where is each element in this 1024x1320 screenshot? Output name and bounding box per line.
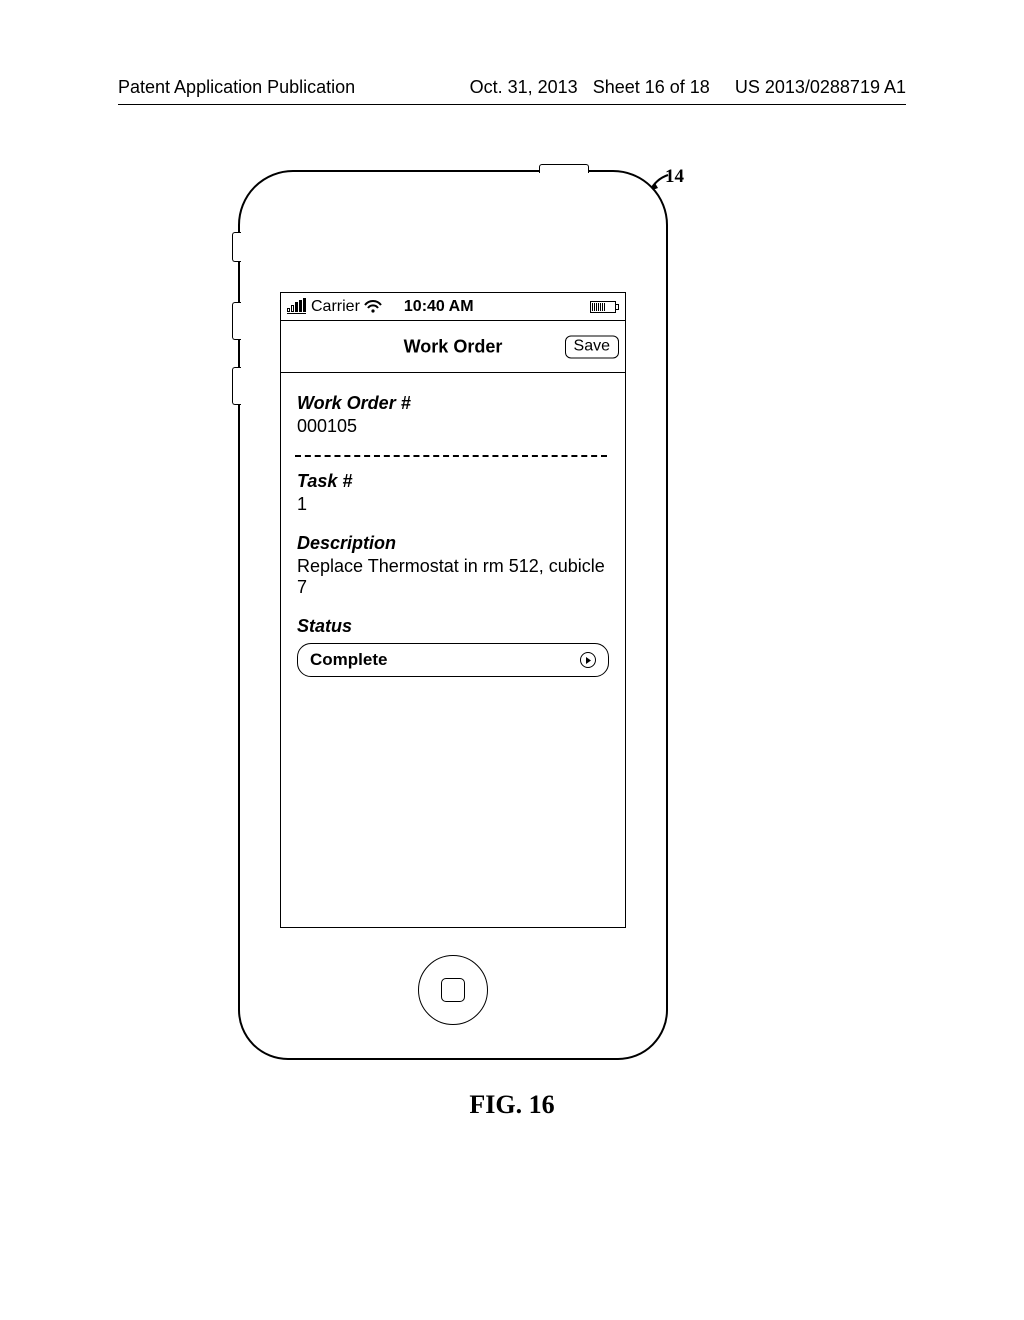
- volume-down-button: [232, 367, 241, 405]
- power-button: [539, 164, 589, 173]
- save-button[interactable]: Save: [565, 335, 619, 358]
- carrier-label: Carrier: [311, 298, 360, 316]
- signal-icon: [287, 300, 306, 314]
- home-button[interactable]: [418, 955, 488, 1025]
- task-value: 1: [297, 494, 609, 515]
- wifi-icon: [364, 300, 382, 314]
- page-header: Patent Application Publication Oct. 31, …: [118, 77, 906, 98]
- status-time: 10:40 AM: [404, 298, 474, 316]
- mute-switch: [232, 232, 241, 262]
- device-frame: Carrier 10:40 AM Work Order Save Work Or…: [238, 170, 668, 1060]
- work-order-value: 000105: [297, 416, 609, 437]
- work-order-label: Work Order #: [297, 393, 609, 414]
- publication-label: Patent Application Publication: [118, 77, 355, 98]
- screen: Carrier 10:40 AM Work Order Save Work Or…: [280, 292, 626, 928]
- battery-icon: [590, 301, 619, 313]
- sheet-number: Sheet 16 of 18: [593, 77, 710, 97]
- header-rule: [118, 104, 906, 105]
- publication-number: US 2013/0288719 A1: [735, 77, 906, 97]
- nav-bar: Work Order Save: [281, 321, 625, 373]
- description-value: Replace Thermostat in rm 512, cubicle 7: [297, 556, 609, 598]
- task-label: Task #: [297, 471, 609, 492]
- figure-caption: FIG. 16: [0, 1090, 1024, 1120]
- status-select[interactable]: Complete: [297, 643, 609, 677]
- task-block: Task # 1: [297, 471, 609, 515]
- publication-date: Oct. 31, 2013: [470, 77, 578, 97]
- divider: [295, 455, 607, 457]
- publication-meta: Oct. 31, 2013 Sheet 16 of 18 US 2013/028…: [470, 77, 906, 98]
- home-icon: [441, 978, 465, 1002]
- description-block: Description Replace Thermostat in rm 512…: [297, 533, 609, 598]
- volume-up-button: [232, 302, 241, 340]
- content-area: Work Order # 000105 Task # 1 Description…: [281, 373, 625, 677]
- status-label: Status: [297, 616, 609, 637]
- chevron-right-icon: [580, 652, 596, 668]
- description-label: Description: [297, 533, 609, 554]
- work-order-block: Work Order # 000105: [297, 393, 609, 437]
- status-bar: Carrier 10:40 AM: [281, 293, 625, 321]
- status-value: Complete: [310, 650, 387, 670]
